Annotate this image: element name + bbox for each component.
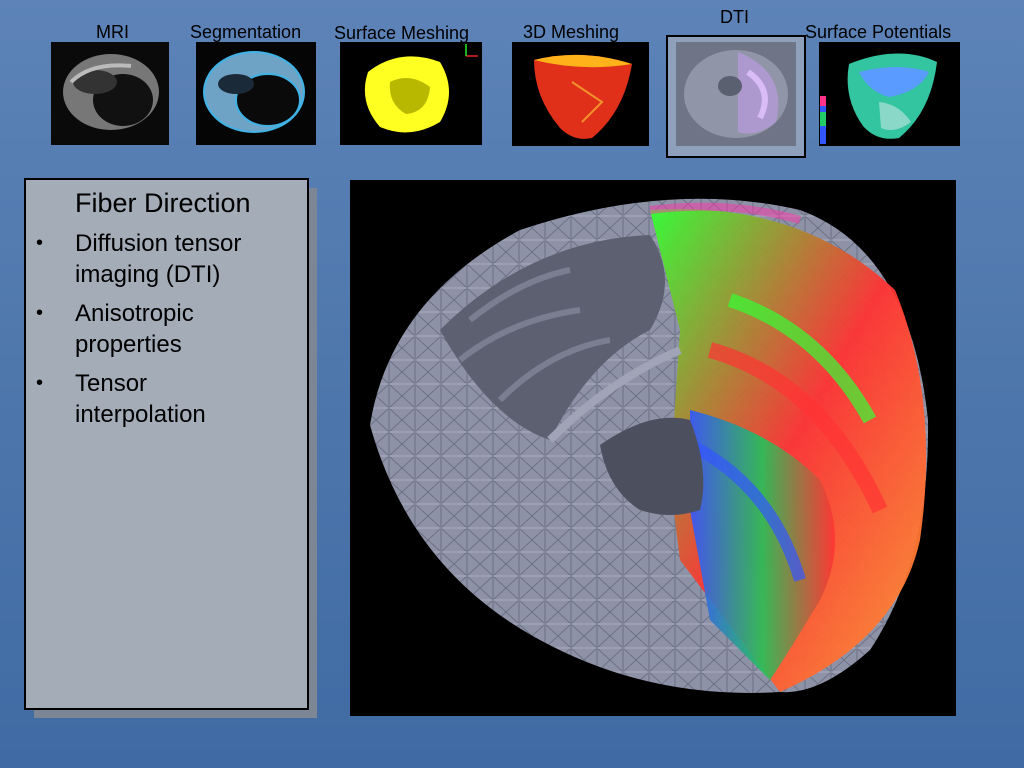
stage-label-surface-meshing: Surface Meshing xyxy=(334,23,470,43)
volume-mesh-thumbnail[interactable] xyxy=(512,42,649,146)
surface-potentials-icon xyxy=(819,42,960,146)
volume-mesh-icon xyxy=(512,42,649,146)
surface-mesh-thumbnail[interactable] xyxy=(340,42,482,145)
mri-icon xyxy=(51,42,169,145)
bullet-text: Diffusion tensor imaging (DTI) xyxy=(75,230,242,288)
dti-icon xyxy=(676,42,796,146)
surface-potentials-thumbnail[interactable] xyxy=(819,42,960,146)
bullet-dot-icon: • xyxy=(36,232,44,254)
bullet-item: • Diffusion tensor imaging (DTI) xyxy=(26,228,275,290)
bullet-dot-icon: • xyxy=(36,302,44,324)
bullet-list: • Diffusion tensor imaging (DTI) • Aniso… xyxy=(26,228,275,438)
heart-fiber-dti-render xyxy=(350,180,956,716)
stage-label-surface-potentials: Surface Potentials xyxy=(805,22,952,42)
heart-render-icon xyxy=(370,198,929,693)
stage-label-segmentation: Segmentation xyxy=(190,22,302,42)
bullet-dot-icon: • xyxy=(36,372,44,394)
panel-title: Fiber Direction xyxy=(75,188,251,218)
stage-label-dti: DTI xyxy=(720,7,749,27)
stage-label-mri: MRI xyxy=(96,22,129,42)
segmentation-icon xyxy=(196,42,316,145)
dti-thumbnail[interactable] xyxy=(676,42,796,146)
bullet-text: Tensor interpolation xyxy=(75,370,206,428)
surface-mesh-icon xyxy=(340,42,482,145)
bullet-item: • Tensor interpolation xyxy=(26,368,275,430)
stage-label-3d-meshing: 3D Meshing xyxy=(523,22,620,42)
mri-thumbnail[interactable] xyxy=(51,42,169,145)
text-panel: Fiber Direction • Diffusion tensor imagi… xyxy=(24,178,309,710)
bullet-text: Anisotropic properties xyxy=(75,300,194,358)
segmentation-thumbnail[interactable] xyxy=(196,42,316,145)
bullet-item: • Anisotropic properties xyxy=(26,298,275,360)
